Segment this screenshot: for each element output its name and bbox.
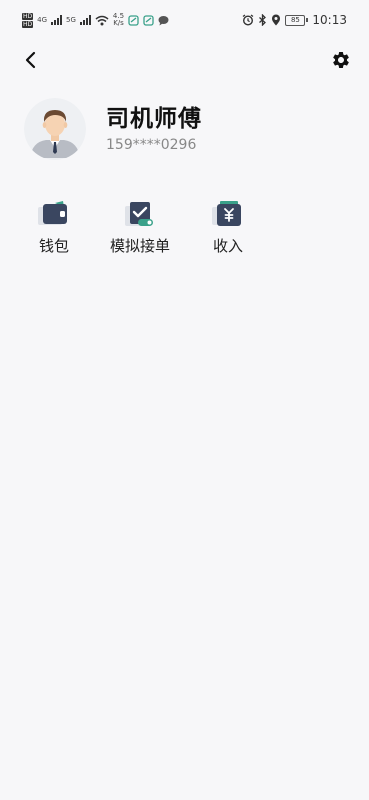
user-phone: 159****0296	[106, 137, 197, 153]
app-notification-icon-2	[143, 14, 154, 26]
status-bar-right: 85 10:13	[242, 13, 347, 27]
menu-item-wallet[interactable]: 钱包	[14, 198, 94, 256]
status-bar: HD HD 4G 5G 4.5 K/s 85 10:13	[0, 0, 369, 40]
chevron-left-icon	[25, 51, 36, 69]
income-icon	[212, 201, 241, 226]
profile-section: 司机师傅 159****0296	[24, 98, 202, 160]
menu-label-income: 收入	[212, 237, 243, 255]
nav-bar	[0, 40, 369, 80]
location-icon	[272, 14, 281, 26]
menu-item-income[interactable]: 收入	[188, 198, 268, 256]
wifi-icon	[95, 15, 109, 25]
menu-label-wallet: 钱包	[38, 237, 69, 255]
hd-badge: HD HD	[22, 12, 34, 28]
gear-icon	[333, 52, 349, 68]
status-time: 10:13	[312, 13, 347, 27]
settings-button[interactable]	[329, 48, 353, 72]
alarm-icon	[243, 14, 254, 26]
network-speed: 4.5 K/s	[112, 12, 125, 27]
network-type-a: 4G	[37, 15, 48, 24]
status-bar-left: HD HD 4G 5G 4.5 K/s	[22, 12, 169, 28]
signal-icon-2	[79, 15, 91, 25]
driver-avatar-icon	[24, 98, 86, 160]
battery-icon: 85	[285, 14, 309, 26]
menu-item-mock-order[interactable]: 模拟接单	[100, 198, 180, 256]
profile-text: 司机师傅 159****0296	[106, 104, 202, 154]
back-button[interactable]	[18, 48, 42, 72]
mock-order-icon	[125, 202, 153, 226]
user-name: 司机师傅	[106, 106, 202, 132]
function-menu: 钱包 模拟接单 收入	[0, 198, 369, 268]
avatar[interactable]	[24, 98, 86, 160]
network-type-b: 5G	[66, 15, 76, 24]
message-icon	[158, 15, 169, 25]
signal-icon	[51, 15, 63, 25]
menu-label-mock-order: 模拟接单	[109, 237, 170, 255]
app-notification-icon	[128, 14, 139, 26]
wallet-icon	[38, 201, 67, 225]
bluetooth-icon	[259, 14, 267, 26]
